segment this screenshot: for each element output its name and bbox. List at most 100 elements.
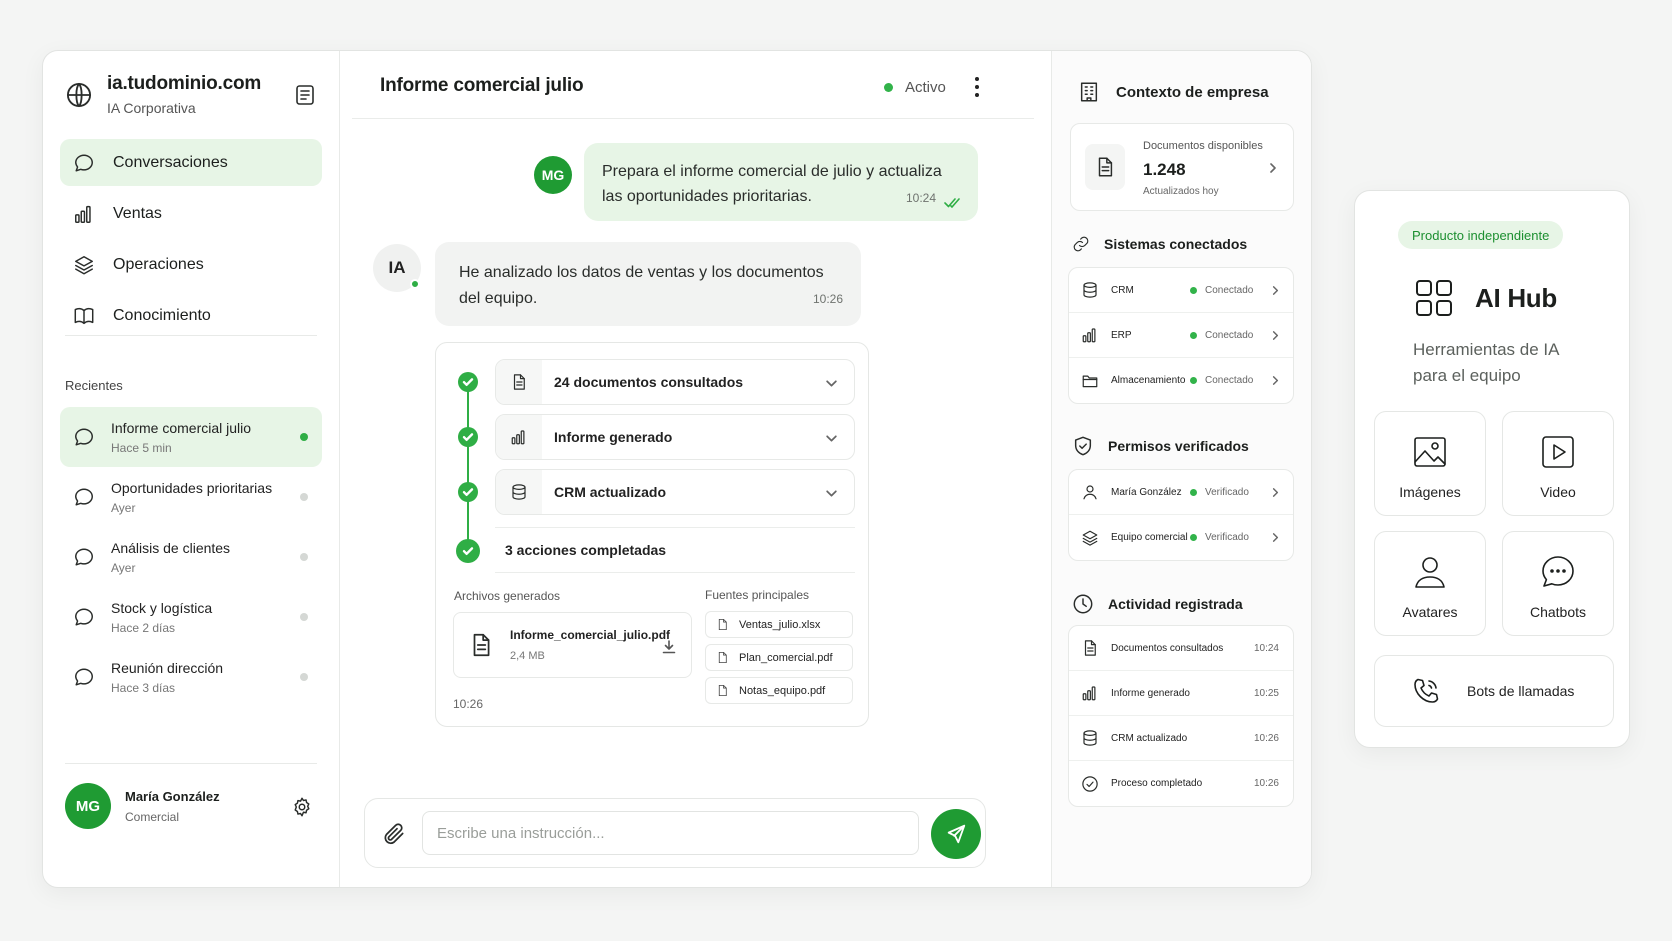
recent-time: Hace 3 días xyxy=(111,680,176,695)
nav-item-conocimiento[interactable]: Conocimiento xyxy=(60,292,322,339)
step-crm[interactable]: CRM actualizado xyxy=(495,469,855,515)
recent-time: Ayer xyxy=(111,560,136,575)
recent-item[interactable]: Stock y logística Hace 2 días xyxy=(60,587,322,647)
activity-time: 10:25 xyxy=(1253,687,1279,699)
files-title: Archivos generados xyxy=(454,589,561,603)
generated-file[interactable]: Informe_comercial_julio.pdf 2,4 MB xyxy=(453,612,692,678)
online-indicator xyxy=(410,279,420,289)
system-row-storage[interactable]: Almacenamiento Conectado xyxy=(1069,358,1293,403)
pdf-file-icon xyxy=(473,633,490,657)
send-button[interactable] xyxy=(931,809,981,859)
activity-row: CRM actualizado 10:26 xyxy=(1069,716,1293,761)
sidebar: ia.tudominio.com IA Corporativa Conversa… xyxy=(43,51,340,887)
recents-list: Informe comercial julio Hace 5 min Oportu… xyxy=(60,407,322,707)
recent-item[interactable]: Oportunidades prioritarias Ayer xyxy=(60,467,322,527)
recent-item[interactable]: Informe comercial julio Hace 5 min xyxy=(60,407,322,467)
file-size: 2,4 MB xyxy=(510,650,545,662)
nav-item-operaciones[interactable]: Operaciones xyxy=(60,241,322,288)
layers-icon xyxy=(1082,530,1098,546)
brand-subtitle: IA Corporativa xyxy=(107,100,196,116)
tile-avatars[interactable]: Avatares xyxy=(1374,531,1486,636)
file-name: Informe_comercial_julio.pdf xyxy=(510,628,671,642)
activity-row: Documentos consultados 10:24 xyxy=(1069,626,1293,671)
download-icon[interactable] xyxy=(661,639,677,655)
ai-initials: IA xyxy=(388,258,406,277)
app-window: ia.tudominio.com IA Corporativa Conversa… xyxy=(42,50,1312,888)
tile-chatbots[interactable]: Chatbots xyxy=(1502,531,1614,636)
tile-label: Imágenes xyxy=(1399,484,1461,500)
avatar: MG xyxy=(65,783,111,829)
bar-chart-icon xyxy=(1082,686,1096,701)
recent-item[interactable]: Reunión dirección Hace 3 días xyxy=(60,647,322,707)
database-icon xyxy=(1083,730,1097,746)
documents-count: 1.248 xyxy=(1143,160,1186,179)
gear-icon[interactable] xyxy=(291,796,313,818)
ai-avatar: IA xyxy=(373,244,421,292)
recent-name: Informe comercial julio xyxy=(111,419,252,436)
brand: ia.tudominio.com IA Corporativa xyxy=(65,73,261,116)
activity-name: Informe generado xyxy=(1111,687,1190,699)
tile-call-bots[interactable]: Bots de llamadas xyxy=(1374,655,1614,727)
system-row-crm[interactable]: CRM Conectado xyxy=(1069,268,1293,313)
composer xyxy=(364,798,986,868)
permission-row-team[interactable]: Equipo comercial Verificado xyxy=(1069,515,1293,560)
document-icon xyxy=(718,618,727,631)
activity-time: 10:24 xyxy=(1253,642,1279,654)
activity-name: CRM actualizado xyxy=(1111,732,1188,744)
status-dot xyxy=(884,83,893,92)
source-file[interactable]: Notas_equipo.pdf xyxy=(705,677,853,704)
system-name: Almacenamiento xyxy=(1111,375,1186,386)
tile-video[interactable]: Video xyxy=(1502,411,1614,516)
attach-icon[interactable] xyxy=(381,821,407,847)
activity-time: 10:26 xyxy=(1253,778,1279,789)
source-name: Plan_comercial.pdf xyxy=(739,651,833,664)
page-title: Informe comercial julio xyxy=(380,75,584,96)
chevron-right-icon xyxy=(1272,376,1279,385)
activity-row: Proceso completado 10:26 xyxy=(1069,761,1293,806)
documents-updated: Actualizados hoy xyxy=(1143,186,1219,197)
status-dot xyxy=(1190,331,1197,339)
tile-images[interactable]: Imágenes xyxy=(1374,411,1486,516)
status-dot xyxy=(300,613,308,621)
activity-row: Informe generado 10:25 xyxy=(1069,671,1293,716)
status-label: Conectado xyxy=(1205,329,1254,341)
permission-row-user[interactable]: María González Verificado xyxy=(1069,470,1293,515)
nav-item-conversaciones[interactable]: Conversaciones xyxy=(60,139,322,186)
system-name: CRM xyxy=(1111,284,1134,296)
step-report[interactable]: Informe generado xyxy=(495,414,855,460)
document-icon xyxy=(1098,157,1113,177)
user-profile[interactable]: MG María González Comercial xyxy=(65,771,317,841)
instruction-input[interactable] xyxy=(422,811,919,855)
recent-item[interactable]: Análisis de clientes Ayer xyxy=(60,527,322,587)
chat-icon xyxy=(75,668,93,686)
bar-chart-icon xyxy=(1082,328,1096,343)
system-row-erp[interactable]: ERP Conectado xyxy=(1069,313,1293,358)
source-file[interactable]: Ventas_julio.xlsx xyxy=(705,611,853,638)
systems-header: Sistemas conectados xyxy=(1072,235,1247,253)
nav-label: Conversaciones xyxy=(113,153,228,171)
status-badge: Conectado xyxy=(1190,285,1253,296)
recent-time: Hace 2 días xyxy=(111,620,176,635)
ai-message-text: He analizado los datos de ventas y los d… xyxy=(459,264,824,307)
source-file[interactable]: Plan_comercial.pdf xyxy=(705,644,853,671)
double-check-icon xyxy=(944,198,960,208)
nav-item-ventas[interactable]: Ventas xyxy=(60,190,322,237)
steps-timeline xyxy=(467,381,469,553)
ai-hub-card: Producto independiente AI Hub Herramient… xyxy=(1354,190,1630,748)
step-documents[interactable]: 24 documentos consultados xyxy=(495,359,855,405)
folder-icon xyxy=(1082,375,1098,387)
sidebar-divider xyxy=(65,763,317,764)
new-note-icon[interactable] xyxy=(293,83,317,107)
status-dot xyxy=(300,553,308,561)
hub-description: Herramientas de IA para el equipo xyxy=(1413,340,1559,385)
more-options-icon[interactable] xyxy=(967,75,987,99)
nav-label: Conocimiento xyxy=(113,306,211,324)
brand-domain: ia.tudominio.com xyxy=(107,73,262,94)
status-badge: Activo xyxy=(884,79,946,96)
globe-icon xyxy=(66,82,92,107)
recents-title: Recientes xyxy=(65,378,123,393)
chevron-right-icon xyxy=(1270,163,1276,173)
check-circle-icon xyxy=(1082,775,1098,792)
sources-title: Fuentes principales xyxy=(705,588,810,602)
documents-card[interactable]: Documentos disponibles 1.248 Actualizado… xyxy=(1070,123,1294,211)
